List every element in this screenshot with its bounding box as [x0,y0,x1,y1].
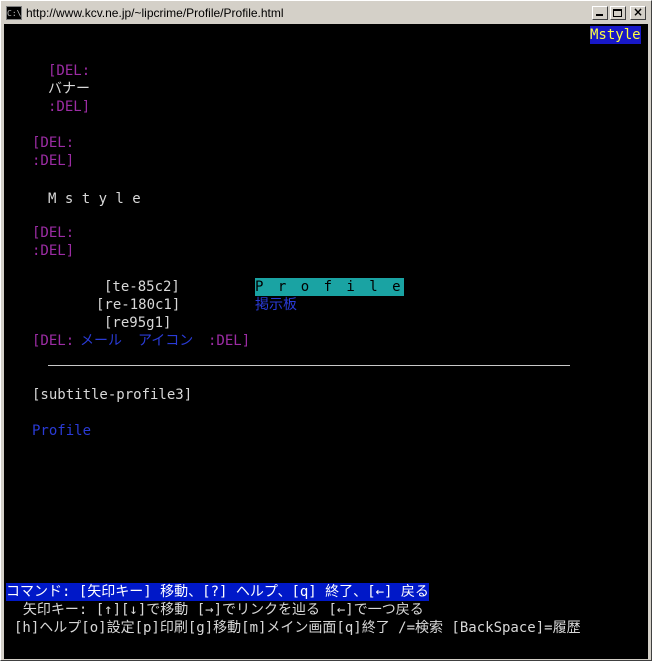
console-app-icon[interactable]: C:\ [6,6,22,20]
del-block-1-close: :DEL] [32,153,75,169]
window-title: http://www.kcv.ne.jp/~lipcrime/Profile/P… [26,6,284,20]
del-block-1-open: [DEL: [32,135,75,151]
minimize-button[interactable] [592,6,608,20]
arrow-keys-help: 矢印キー: [↑][↓]で移動 [→]でリンクを辿る [←]で一つ戻る [6,602,424,618]
minimize-icon [596,14,603,16]
subtitle-image: [subtitle-profile3] [32,387,193,403]
del-block-2-close: :DEL] [32,243,75,259]
banner-text: バナー [48,81,90,97]
image-placeholder-2: [re-180c1] [96,297,181,313]
browser-window: C:\ http://www.kcv.ne.jp/~lipcrime/Profi… [0,0,652,661]
console-viewport: Mstyle [DEL: バナー :DEL] [DEL: :DEL] M s t… [4,24,648,659]
del-block-2-open: [DEL: [32,225,75,241]
banner-del-close: :DEL] [48,99,91,115]
icon-link[interactable]: アイコン [138,332,193,350]
profile-link[interactable]: Profile [32,422,91,440]
banner-del-open: [DEL: [48,63,91,79]
horizontal-rule [48,365,570,366]
window-controls: × [592,5,646,20]
image-placeholder-3: [re95g1] [104,315,172,331]
close-button[interactable]: × [630,5,646,20]
maximize-icon [613,9,622,17]
site-title: M s t y l e [48,191,141,207]
maximize-button[interactable] [610,6,626,20]
mail-del-close: :DEL] [208,333,251,349]
title-bar[interactable]: C:\ http://www.kcv.ne.jp/~lipcrime/Profi… [4,4,648,22]
nav-link-bbs[interactable]: 掲示板 [255,296,297,314]
image-placeholder-1: [te-85c2] [104,279,180,295]
mail-link[interactable]: メール [80,332,122,350]
mstyle-top-link[interactable]: Mstyle [590,26,641,44]
nav-link-profile[interactable]: P r o f i l e [255,278,404,296]
command-bar: コマンド: [矢印キー] 移動、[?] ヘルプ、[q] 終了、[←] 戻る [6,583,429,601]
key-commands-help: [h]ヘルプ[o]設定[p]印刷[g]移動[m]メイン画面[q]終了 /=検索 … [14,620,581,636]
close-icon: × [632,5,644,19]
mail-del-open: [DEL: [32,333,75,349]
